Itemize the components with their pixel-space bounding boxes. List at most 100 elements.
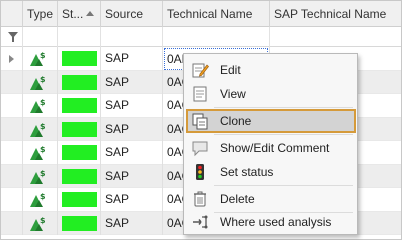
menu-item-where-used-analysis[interactable]: Where used analysis xyxy=(186,210,356,234)
status-indicator xyxy=(62,192,97,207)
menu-separator xyxy=(214,185,353,186)
cell-source[interactable]: SAP xyxy=(101,188,163,212)
clone-icon xyxy=(192,113,208,130)
menu-item-view[interactable]: View xyxy=(186,82,356,106)
object-type-icon: $ xyxy=(30,98,46,113)
filter-cell-status[interactable] xyxy=(58,27,101,47)
menu-item-show-edit-comment[interactable]: Show/Edit Comment xyxy=(186,136,356,160)
filter-cell-type[interactable] xyxy=(23,27,58,47)
grid-header: Type St... Source Technical Name SAP Tec… xyxy=(1,1,401,27)
menu-item-set-status[interactable]: Set status xyxy=(186,160,356,184)
view-icon xyxy=(193,86,207,102)
status-indicator xyxy=(62,215,97,231)
status-indicator xyxy=(62,98,97,113)
cell-type[interactable]: $ xyxy=(23,94,58,118)
column-header-label: Source xyxy=(105,7,144,21)
cell-type[interactable]: $ xyxy=(23,70,58,94)
cell-source[interactable]: SAP xyxy=(101,141,163,165)
status-indicator xyxy=(62,74,97,90)
menu-item-label: Set status xyxy=(220,165,274,179)
menu-item-label: Delete xyxy=(220,192,255,206)
row-indicator-cell[interactable] xyxy=(1,211,23,235)
column-header-label: SAP Technical Name xyxy=(274,7,387,21)
svg-text:$: $ xyxy=(40,51,46,60)
menu-item-label: Where used analysis xyxy=(220,215,332,229)
column-header-label: Technical Name xyxy=(167,7,253,21)
cell-status[interactable] xyxy=(58,70,101,94)
menu-item-delete[interactable]: Delete xyxy=(186,187,356,211)
cell-type[interactable]: $ xyxy=(23,141,58,165)
object-type-icon: $ xyxy=(30,216,46,231)
context-menu: Edit View Clone Show/Edit Comment Set st… xyxy=(183,53,358,235)
sort-ascending-icon xyxy=(86,11,94,16)
column-header-technical-name[interactable]: Technical Name xyxy=(163,1,270,27)
svg-text:$: $ xyxy=(40,169,46,178)
row-indicator-cell[interactable] xyxy=(1,164,23,188)
row-indicator-cell[interactable] xyxy=(1,117,23,141)
cell-status[interactable] xyxy=(58,164,101,188)
cell-type[interactable]: $ xyxy=(23,164,58,188)
filter-row xyxy=(1,27,401,47)
svg-text:$: $ xyxy=(40,98,46,107)
cell-status[interactable] xyxy=(58,141,101,165)
menu-item-label: View xyxy=(220,87,246,101)
cell-status[interactable] xyxy=(58,94,101,118)
cell-type[interactable]: $ xyxy=(23,47,58,71)
row-indicator-cell[interactable] xyxy=(1,94,23,118)
cell-status[interactable] xyxy=(58,188,101,212)
object-type-icon: $ xyxy=(30,75,46,90)
menu-item-label: Edit xyxy=(220,63,241,77)
row-indicator-cell[interactable] xyxy=(1,70,23,94)
filter-cell-source[interactable] xyxy=(101,27,163,47)
svg-text:$: $ xyxy=(40,75,46,84)
cell-source[interactable]: SAP xyxy=(101,70,163,94)
column-header-label: Type xyxy=(27,7,54,21)
traffic-light-icon xyxy=(196,164,204,180)
cell-type[interactable]: $ xyxy=(23,117,58,141)
svg-text:$: $ xyxy=(40,122,46,131)
row-indicator-cell[interactable] xyxy=(1,188,23,212)
cell-source[interactable]: SAP xyxy=(101,47,163,71)
status-indicator xyxy=(62,168,97,184)
status-indicator xyxy=(62,121,97,137)
cell-source[interactable]: SAP xyxy=(101,164,163,188)
filter-button[interactable] xyxy=(1,27,23,47)
menu-item-clone[interactable]: Clone xyxy=(186,109,356,133)
status-indicator xyxy=(62,145,97,160)
svg-text:$: $ xyxy=(40,192,46,201)
current-row-indicator-icon xyxy=(9,55,14,63)
object-type-icon: $ xyxy=(30,192,46,207)
menu-item-edit[interactable]: Edit xyxy=(186,58,356,82)
edit-icon xyxy=(192,63,209,78)
svg-text:$: $ xyxy=(40,216,46,225)
object-type-icon: $ xyxy=(30,51,46,66)
trash-icon xyxy=(194,191,206,207)
row-indicator-cell[interactable] xyxy=(1,47,23,71)
row-indicator-header xyxy=(1,1,23,27)
cell-status[interactable] xyxy=(58,117,101,141)
column-header-sap-technical-name[interactable]: SAP Technical Name xyxy=(270,1,401,27)
object-type-icon: $ xyxy=(30,145,46,160)
filter-cell-sap-technical-name[interactable] xyxy=(270,27,401,47)
where-used-icon xyxy=(193,215,208,229)
cell-type[interactable]: $ xyxy=(23,211,58,235)
cell-type[interactable]: $ xyxy=(23,188,58,212)
column-header-label: St... xyxy=(62,7,84,21)
cell-status[interactable] xyxy=(58,211,101,235)
cell-source[interactable]: SAP xyxy=(101,117,163,141)
column-header-status[interactable]: St... xyxy=(58,1,101,27)
column-header-source[interactable]: Source xyxy=(101,1,163,27)
menu-item-label: Clone xyxy=(220,114,252,128)
cell-source[interactable]: SAP xyxy=(101,94,163,118)
menu-separator xyxy=(214,107,353,108)
status-indicator xyxy=(62,51,97,66)
cell-source[interactable]: SAP xyxy=(101,211,163,235)
row-indicator-cell[interactable] xyxy=(1,141,23,165)
svg-text:$: $ xyxy=(40,145,46,154)
menu-item-label: Show/Edit Comment xyxy=(220,141,330,155)
cell-status[interactable] xyxy=(58,47,101,71)
column-header-type[interactable]: Type xyxy=(23,1,58,27)
comment-icon xyxy=(192,141,208,157)
object-type-icon: $ xyxy=(30,122,46,137)
filter-cell-technical-name[interactable] xyxy=(163,27,270,47)
